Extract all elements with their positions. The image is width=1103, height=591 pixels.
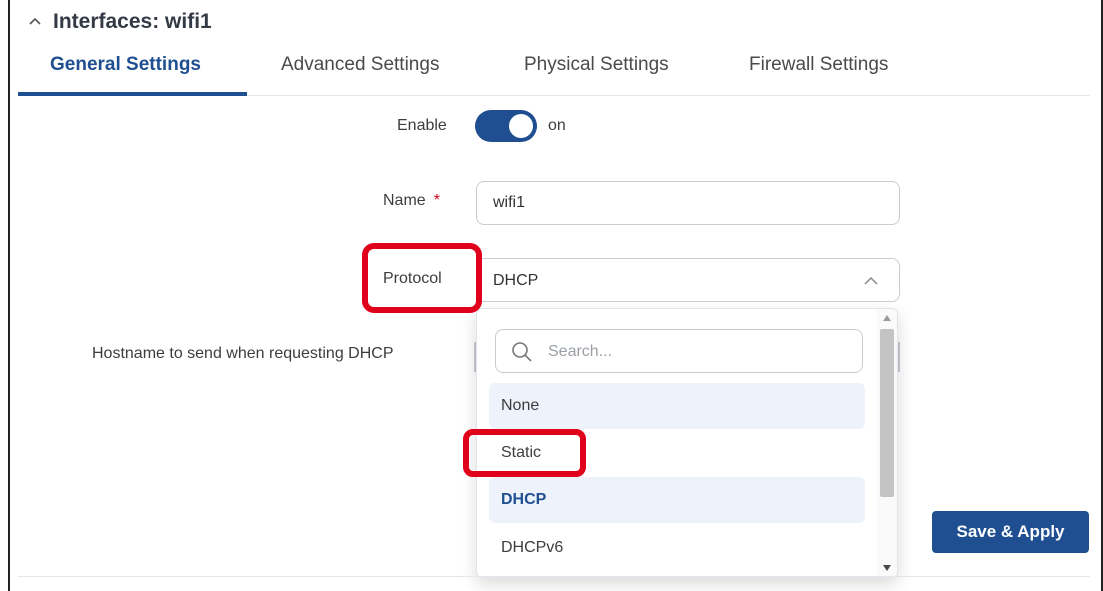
option-dhcpv6[interactable]: DHCPv6: [489, 525, 865, 571]
bottom-divider: [18, 576, 1090, 577]
dropdown-search[interactable]: Search...: [495, 329, 863, 373]
tab-bar: General Settings Advanced Settings Physi…: [18, 48, 1090, 96]
scroll-up-arrow-icon[interactable]: [883, 315, 891, 321]
static-highlight-box: [463, 429, 586, 477]
tab-firewall-settings[interactable]: Firewall Settings: [749, 54, 888, 76]
toggle-knob: [509, 114, 533, 138]
search-icon: [512, 342, 532, 362]
hostname-label: Hostname to send when requesting DHCP: [92, 345, 394, 362]
enable-toggle[interactable]: [475, 110, 537, 142]
required-marker: *: [433, 192, 440, 209]
active-tab-indicator: [18, 92, 247, 96]
option-none[interactable]: None: [489, 383, 865, 429]
dropdown-scrollbar[interactable]: [877, 309, 897, 577]
tab-general-settings[interactable]: General Settings: [50, 54, 201, 76]
chevron-up-icon: [864, 276, 878, 285]
protocol-select-value: DHCP: [493, 272, 539, 289]
enable-label: Enable: [397, 117, 447, 134]
scroll-down-arrow-icon[interactable]: [883, 565, 891, 571]
name-label: Name *: [383, 192, 440, 210]
chevron-up-icon[interactable]: [27, 14, 43, 30]
protocol-select[interactable]: DHCP: [476, 258, 900, 302]
panel-title: Interfaces: wifi1: [53, 10, 212, 33]
tab-physical-settings[interactable]: Physical Settings: [524, 54, 669, 76]
save-apply-button[interactable]: Save & Apply: [932, 511, 1089, 553]
search-placeholder: Search...: [548, 343, 613, 360]
panel-header[interactable]: Interfaces: wifi1: [27, 10, 212, 34]
name-label-text: Name: [383, 192, 426, 209]
tab-advanced-settings[interactable]: Advanced Settings: [281, 54, 439, 76]
enable-state-text: on: [548, 117, 566, 134]
option-dhcp[interactable]: DHCP: [489, 477, 865, 523]
scroll-thumb[interactable]: [880, 329, 894, 497]
name-input[interactable]: [476, 181, 900, 225]
protocol-highlight-box: [362, 243, 482, 313]
